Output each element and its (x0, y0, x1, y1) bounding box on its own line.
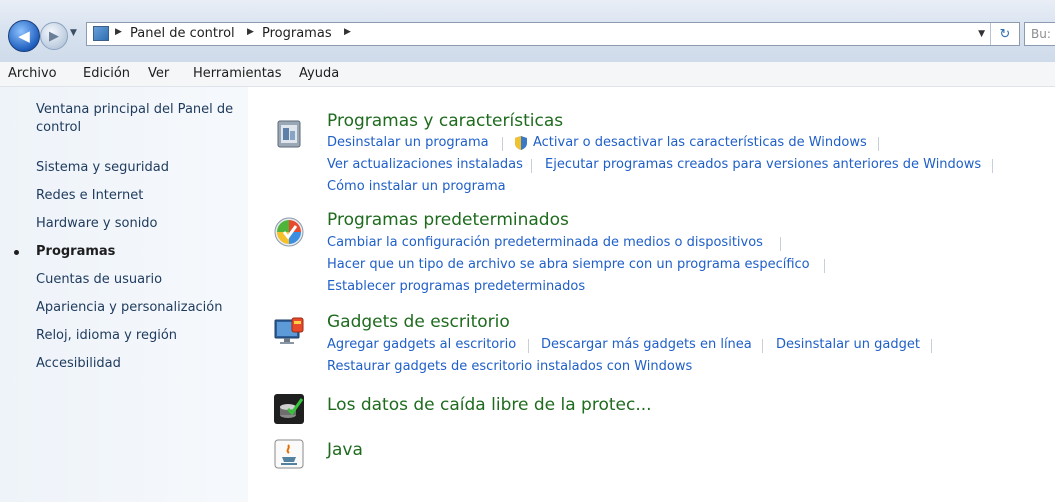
sidebar-item-network[interactable]: Redes e Internet (36, 187, 143, 205)
category-title-default-programs[interactable]: Programas predeterminados (327, 210, 569, 230)
link-how-to-install[interactable]: Cómo instalar un programa (327, 179, 506, 194)
address-bar[interactable]: ▶ Panel de control ▶ Programas ▶ ▼ ↻ (86, 22, 1020, 46)
link-separator (878, 137, 879, 151)
link-installed-updates[interactable]: Ver actualizaciones instaladas (327, 157, 523, 172)
link-uninstall-program[interactable]: Desinstalar un programa (327, 135, 489, 150)
sidebar-item-home[interactable]: Ventana principal del Panel de control (36, 101, 236, 137)
uac-shield-icon (515, 136, 527, 150)
link-separator (824, 259, 825, 273)
link-separator (531, 159, 532, 173)
link-separator (780, 237, 781, 251)
breadcrumb-programs[interactable]: Programas (262, 26, 332, 41)
menu-ayuda[interactable]: Ayuda (299, 66, 339, 81)
arrow-right-icon: ▶ (49, 28, 59, 44)
breadcrumb-control-panel[interactable]: Panel de control (130, 26, 235, 41)
category-title-programs-features[interactable]: Programas y características (327, 111, 563, 131)
refresh-icon: ↻ (999, 26, 1011, 42)
link-separator (762, 339, 763, 353)
arrow-left-icon: ◀ (18, 27, 30, 45)
sidebar-item-system-security[interactable]: Sistema y seguridad (36, 159, 169, 177)
programs-features-icon (277, 120, 301, 148)
control-panel-icon (93, 26, 109, 41)
link-set-default-programs[interactable]: Establecer programas predeterminados (327, 279, 585, 294)
search-input[interactable]: Bu: (1024, 22, 1055, 46)
link-file-association[interactable]: Hacer que un tipo de archivo se abra sie… (327, 257, 810, 272)
sidebar-item-clock-region[interactable]: Reloj, idioma y región (36, 327, 177, 345)
link-restore-gadgets[interactable]: Restaurar gadgets de escritorio instalad… (327, 359, 692, 374)
menu-edicion[interactable]: Edición (83, 66, 130, 81)
refresh-button[interactable]: ↻ (990, 23, 1019, 45)
menu-bar: Archivo Edición Ver Herramientas Ayuda (0, 62, 1055, 87)
link-uninstall-gadget[interactable]: Desinstalar un gadget (776, 337, 920, 352)
menu-archivo[interactable]: Archivo (8, 66, 57, 81)
link-separator (502, 137, 503, 151)
sidebar-item-appearance[interactable]: Apariencia y personalización (36, 299, 222, 317)
link-windows-features[interactable]: Activar o desactivar las características… (533, 135, 867, 150)
category-title-java[interactable]: Java (327, 440, 363, 460)
address-history-dropdown-icon[interactable]: ▼ (978, 29, 985, 39)
menu-herramientas[interactable]: Herramientas (193, 66, 282, 81)
category-title-desktop-gadgets[interactable]: Gadgets de escritorio (327, 312, 510, 332)
sidebar-item-hardware[interactable]: Hardware y sonido (36, 215, 158, 233)
breadcrumb-chevron-icon[interactable]: ▶ (115, 27, 122, 37)
sidebar: Ventana principal del Panel de control S… (0, 87, 248, 502)
link-separator (931, 339, 932, 353)
link-compat-programs[interactable]: Ejecutar programas creados para versione… (545, 157, 981, 172)
category-title-freefall-protection[interactable]: Los datos de caída libre de la protec... (327, 395, 652, 415)
link-add-gadgets[interactable]: Agregar gadgets al escritorio (327, 337, 516, 352)
link-separator (528, 339, 529, 353)
sidebar-item-user-accounts[interactable]: Cuentas de usuario (36, 271, 162, 289)
recent-pages-dropdown[interactable]: ▼ (70, 28, 77, 38)
link-separator (992, 159, 993, 173)
sidebar-item-accessibility[interactable]: Accesibilidad (36, 355, 121, 373)
current-item-bullet (14, 250, 19, 255)
menu-ver[interactable]: Ver (148, 66, 169, 81)
back-button[interactable]: ◀ (8, 20, 40, 52)
breadcrumb-chevron-icon[interactable]: ▶ (247, 27, 254, 37)
java-icon (274, 439, 304, 469)
default-programs-icon (274, 217, 304, 247)
freefall-protection-icon (274, 394, 304, 424)
forward-button[interactable]: ▶ (40, 22, 68, 50)
sidebar-item-programs[interactable]: Programas (36, 243, 115, 261)
breadcrumb-chevron-icon[interactable]: ▶ (344, 27, 351, 37)
desktop-gadgets-icon (274, 317, 304, 344)
link-autoplay-settings[interactable]: Cambiar la configuración predeterminada … (327, 235, 763, 250)
address-bar-area: ◀ ▶ ▼ ▶ Panel de control ▶ Programas ▶ ▼… (0, 0, 1055, 62)
link-download-gadgets[interactable]: Descargar más gadgets en línea (541, 337, 752, 352)
